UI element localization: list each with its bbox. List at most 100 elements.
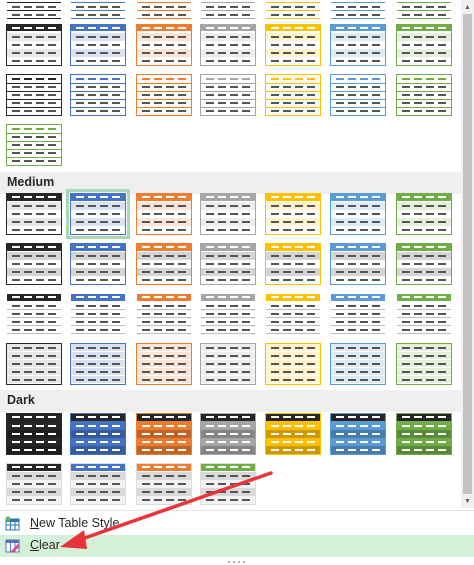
- cell-dash: [100, 379, 108, 381]
- cell-dash: [295, 52, 303, 54]
- table-style-medium-gray[interactable]: [200, 343, 256, 385]
- cell-dash: [230, 379, 238, 381]
- cell-dash: [100, 355, 108, 357]
- table-style-light-gold[interactable]: [265, 74, 321, 116]
- cell-dash: [295, 221, 303, 223]
- table-style-light-lightblue[interactable]: [330, 74, 386, 116]
- table-style-light-blue[interactable]: [70, 0, 126, 20]
- table-style-light-lightblue[interactable]: [330, 24, 386, 66]
- vertical-scrollbar[interactable]: ▲ ▼: [461, 0, 474, 508]
- table-style-dark-gold[interactable]: [265, 413, 321, 455]
- cell-dash: [271, 60, 279, 62]
- table-style-medium-gold[interactable]: [265, 193, 321, 235]
- row-band: [331, 383, 385, 384]
- table-style-medium-black[interactable]: [6, 243, 62, 285]
- cell-dash: [438, 213, 446, 215]
- table-style-light-green[interactable]: [396, 0, 452, 20]
- table-style-medium-black[interactable]: [6, 193, 62, 235]
- table-style-medium-green[interactable]: [396, 343, 452, 385]
- row-band: [331, 83, 385, 84]
- table-style-medium-orange[interactable]: [136, 243, 192, 285]
- cell-dash: [372, 305, 380, 307]
- table-style-light-gold[interactable]: [265, 0, 321, 20]
- table-style-light-green-last[interactable]: [6, 124, 62, 166]
- table-style-medium-gold[interactable]: [265, 293, 321, 335]
- table-style-medium-green[interactable]: [396, 293, 452, 335]
- table-style-light-gray[interactable]: [200, 24, 256, 66]
- scrollbar-thumb[interactable]: [463, 14, 472, 494]
- cell-dash: [414, 94, 422, 96]
- table-style-dark-orange[interactable]: [136, 413, 192, 455]
- cell-dash: [142, 229, 150, 231]
- table-style-medium-orange[interactable]: [136, 293, 192, 335]
- cell-dash: [438, 363, 446, 365]
- cell-dash: [178, 94, 186, 96]
- table-style-light-blue[interactable]: [70, 74, 126, 116]
- table-style-dark-lightblue[interactable]: [330, 413, 386, 455]
- table-style-medium-gold[interactable]: [265, 243, 321, 285]
- table-style-light-lightblue[interactable]: [330, 0, 386, 20]
- table-style-medium-lightblue[interactable]: [330, 193, 386, 235]
- table-style-light-black[interactable]: [6, 74, 62, 116]
- cell-dash: [112, 321, 120, 323]
- cell-dash: [112, 6, 120, 8]
- table-style-light-orange[interactable]: [136, 74, 192, 116]
- table-style-dark-gray[interactable]: [200, 413, 256, 455]
- table-style-light-green[interactable]: [396, 74, 452, 116]
- table-style-light-black[interactable]: [6, 24, 62, 66]
- table-style-medium-green[interactable]: [396, 243, 452, 285]
- clear-menu-item[interactable]: Clear: [0, 535, 474, 557]
- table-style-dark-light-orange[interactable]: [136, 463, 192, 505]
- table-style-medium-gray[interactable]: [200, 193, 256, 235]
- table-style-medium-orange[interactable]: [136, 343, 192, 385]
- cell-dash: [166, 466, 174, 468]
- table-style-light-orange[interactable]: [136, 0, 192, 20]
- cell-dash: [372, 379, 380, 381]
- table-style-medium-gray[interactable]: [200, 243, 256, 285]
- table-style-medium-lightblue[interactable]: [330, 293, 386, 335]
- table-style-dark-light-black[interactable]: [6, 463, 62, 505]
- cell-dash: [426, 196, 434, 198]
- cell-dash: [242, 425, 250, 427]
- table-style-light-green[interactable]: [396, 24, 452, 66]
- cell-dash: [100, 36, 108, 38]
- cell-dash: [426, 305, 434, 307]
- cell-dash: [283, 313, 291, 315]
- cell-dash: [426, 205, 434, 207]
- table-style-medium-gray[interactable]: [200, 293, 256, 335]
- table-style-light-gold[interactable]: [265, 24, 321, 66]
- table-style-dark-green[interactable]: [396, 413, 452, 455]
- table-style-medium-blue[interactable]: [70, 243, 126, 285]
- table-style-medium-black[interactable]: [6, 343, 62, 385]
- table-style-light-black[interactable]: [6, 0, 62, 20]
- table-style-medium-blue[interactable]: [66, 189, 130, 239]
- cell-dash: [360, 246, 368, 248]
- table-style-medium-lightblue[interactable]: [330, 343, 386, 385]
- cell-dash: [426, 433, 434, 435]
- resize-grip-icon[interactable]: [226, 560, 248, 564]
- table-style-dark-black[interactable]: [6, 413, 62, 455]
- cell-dash: [283, 221, 291, 223]
- cell-dash: [242, 296, 250, 298]
- table-style-medium-gold[interactable]: [265, 343, 321, 385]
- cell-dash: [48, 86, 56, 88]
- table-style-dark-light-blue[interactable]: [70, 463, 126, 505]
- row-band: [137, 383, 191, 384]
- scroll-up-icon[interactable]: ▲: [461, 0, 474, 14]
- table-style-medium-blue[interactable]: [70, 293, 126, 335]
- table-style-medium-black[interactable]: [6, 293, 62, 335]
- cell-dash: [48, 78, 56, 80]
- scroll-down-icon[interactable]: ▼: [461, 494, 474, 508]
- table-style-light-orange[interactable]: [136, 24, 192, 66]
- table-style-dark-blue[interactable]: [70, 413, 126, 455]
- table-style-medium-orange[interactable]: [136, 193, 192, 235]
- table-style-medium-blue[interactable]: [70, 343, 126, 385]
- table-style-light-gray[interactable]: [200, 0, 256, 20]
- cell-dash: [166, 313, 174, 315]
- new-table-style-menu-item[interactable]: New Table Style: [0, 513, 474, 535]
- table-style-medium-lightblue[interactable]: [330, 243, 386, 285]
- table-style-medium-green[interactable]: [396, 193, 452, 235]
- table-style-dark-light-green[interactable]: [200, 463, 256, 505]
- table-style-light-gray[interactable]: [200, 74, 256, 116]
- table-style-light-blue[interactable]: [70, 24, 126, 66]
